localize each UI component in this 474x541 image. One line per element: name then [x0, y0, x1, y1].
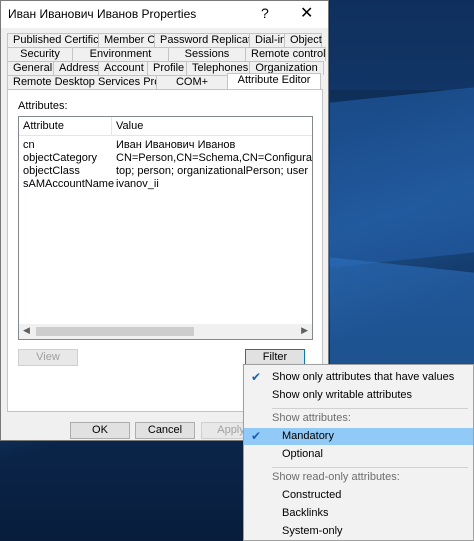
view-button[interactable]: View — [18, 349, 78, 366]
tab-remote-control[interactable]: Remote control — [245, 47, 326, 61]
menu-header-read-only: Show read-only attributes: — [244, 469, 473, 486]
wallpaper-pane — [330, 87, 474, 268]
column-divider[interactable] — [111, 117, 112, 135]
scroll-left-icon[interactable]: ◀ — [23, 325, 30, 336]
tab-attribute-editor[interactable]: Attribute Editor — [227, 73, 321, 89]
tab-remote-desktop-services-profile[interactable]: Remote Desktop Services Profile — [7, 75, 174, 89]
attribute-value: top; person; organizationalPerson; user — [116, 165, 309, 177]
menu-item-label: Optional — [282, 448, 323, 460]
tab-com-plus[interactable]: COM+ — [156, 75, 228, 89]
menu-item-label: Constructed — [282, 489, 342, 501]
tab-password-replication[interactable]: Password Replication — [154, 33, 266, 47]
attribute-value: ivanov_ii — [116, 178, 159, 190]
scroll-right-icon[interactable]: ▶ — [301, 325, 308, 336]
tab-environment[interactable]: Environment — [72, 47, 169, 61]
menu-item-label: Mandatory — [282, 430, 334, 442]
menu-item-show-only-writable[interactable]: Show only writable attributes — [244, 387, 473, 404]
attribute-value: CN=Person,CN=Schema,CN=Configuration,DC=… — [116, 152, 312, 164]
menu-item-label: Backlinks — [282, 507, 329, 519]
tab-dial-in[interactable]: Dial-in — [249, 33, 286, 47]
help-button[interactable]: ? — [261, 5, 269, 21]
horizontal-scrollbar[interactable]: ◀ ▶ — [19, 324, 312, 339]
menu-item-optional[interactable]: Optional — [244, 446, 473, 463]
table-row[interactable]: cn Иван Иванович Иванов — [19, 139, 312, 152]
table-row[interactable]: objectCategory CN=Person,CN=Schema,CN=Co… — [19, 152, 312, 165]
menu-item-label: Show only attributes that have values — [272, 371, 455, 383]
attributes-label: Attributes: — [18, 100, 68, 112]
attribute-name: objectCategory — [23, 152, 97, 164]
tab-sessions[interactable]: Sessions — [168, 47, 246, 61]
check-icon: ✔ — [251, 429, 262, 443]
filter-menu: ✔ Show only attributes that have values … — [243, 364, 474, 541]
attribute-name: sAMAccountName — [23, 178, 115, 190]
attribute-name: cn — [23, 139, 35, 151]
menu-item-label: Show only writable attributes — [272, 389, 413, 401]
menu-separator — [272, 467, 468, 468]
close-button[interactable]: ✕ — [300, 3, 313, 23]
menu-header-label: Show read-only attributes: — [272, 471, 400, 483]
tab-object[interactable]: Object — [284, 33, 322, 47]
window-title: Иван Иванович Иванов Properties — [8, 7, 197, 21]
tab-security[interactable]: Security — [7, 47, 73, 61]
menu-item-backlinks[interactable]: Backlinks — [244, 505, 473, 522]
tab-account[interactable]: Account — [98, 61, 148, 75]
tab-general[interactable]: General — [7, 61, 54, 75]
tab-row: Published Certificates Member Of Passwor… — [7, 33, 322, 47]
table-row[interactable]: objectClass top; person; organizationalP… — [19, 165, 312, 178]
column-header-value[interactable]: Value — [116, 120, 143, 132]
tab-profile[interactable]: Profile — [147, 61, 187, 75]
attributes-list[interactable]: Attribute Value cn Иван Иванович Иванов … — [18, 116, 313, 340]
check-icon: ✔ — [251, 370, 262, 384]
menu-header-label: Show attributes: — [272, 412, 351, 424]
attribute-value: Иван Иванович Иванов — [116, 139, 236, 151]
menu-item-constructed[interactable]: Constructed — [244, 487, 473, 504]
scroll-thumb[interactable] — [36, 327, 194, 336]
menu-item-label: System-only — [282, 525, 343, 537]
column-header-attribute[interactable]: Attribute — [23, 120, 64, 132]
cancel-button[interactable]: Cancel — [135, 422, 195, 439]
menu-separator — [272, 408, 468, 409]
title-bar[interactable]: Иван Иванович Иванов Properties ? ✕ — [1, 1, 328, 28]
wallpaper-pane — [330, 0, 474, 90]
attribute-name: objectClass — [23, 165, 80, 177]
menu-item-show-only-with-values[interactable]: ✔ Show only attributes that have values — [244, 369, 473, 386]
tab-address[interactable]: Address — [53, 61, 99, 75]
menu-item-mandatory[interactable]: ✔ Mandatory — [244, 428, 473, 445]
tab-row: Remote Desktop Services Profile COM+ Att… — [7, 73, 321, 89]
table-row[interactable]: sAMAccountName ivanov_ii — [19, 178, 312, 191]
menu-header-show-attributes: Show attributes: — [244, 410, 473, 427]
tab-published-certificates[interactable]: Published Certificates — [7, 33, 119, 47]
list-header: Attribute Value — [19, 117, 312, 136]
tab-row: Security Environment Sessions Remote con… — [7, 47, 326, 61]
tab-member-of[interactable]: Member Of — [98, 33, 159, 47]
ok-button[interactable]: OK — [70, 422, 130, 439]
menu-item-system-only[interactable]: System-only — [244, 523, 473, 540]
